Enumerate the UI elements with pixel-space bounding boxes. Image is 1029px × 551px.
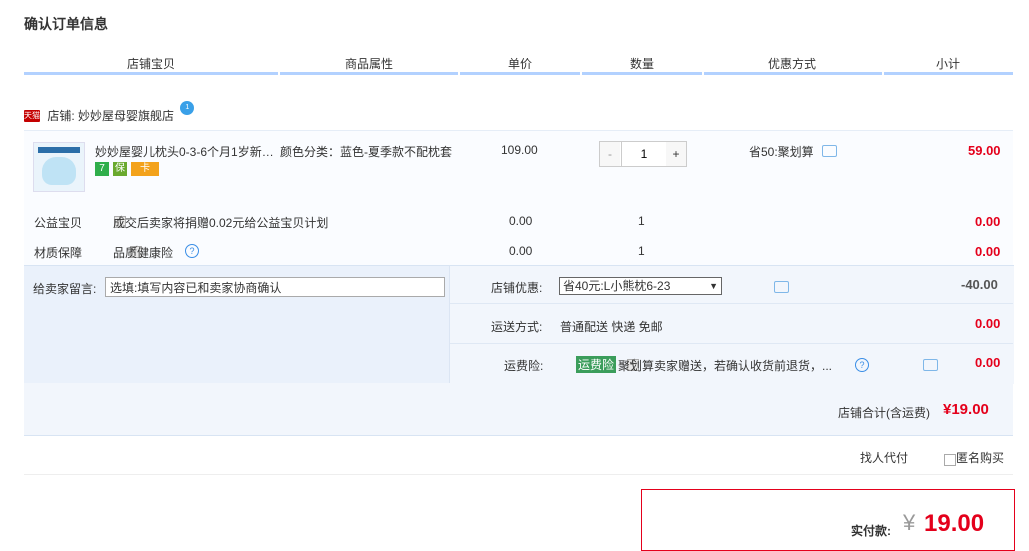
charity-text: 成交后卖家将捐赠0.02元给公益宝贝计划 [113, 216, 329, 230]
insurance-amount: 0.00 [975, 355, 1001, 370]
message-icon[interactable] [922, 359, 938, 371]
divider [450, 303, 1013, 304]
column-header-item: 店铺宝贝 [126, 57, 175, 71]
divider [450, 343, 1013, 344]
header-underline [460, 72, 580, 75]
header-underline [582, 72, 702, 75]
header-underline [24, 72, 278, 75]
shop-discount-label: 店铺优惠: [491, 281, 543, 295]
tmall-icon: 天猫 [24, 109, 40, 122]
shop-discount-select[interactable]: 省40元:L小熊枕6-23 ▼ [559, 277, 722, 295]
header-underline [280, 72, 458, 75]
page-title: 确认订单信息 [24, 16, 108, 32]
quality-subtotal: 0.00 [975, 244, 1001, 259]
insurance-tag: 运费险 [576, 356, 617, 373]
dropdown-arrow-icon: ▼ [709, 281, 718, 291]
shipping-label: 运送方式: [491, 320, 543, 334]
insurance-label: 运费险: [504, 359, 544, 373]
product-thumbnail[interactable] [33, 142, 85, 192]
shipping-amount: 0.00 [975, 316, 1001, 331]
quantity-stepper: - + [599, 141, 687, 167]
proxy-pay-checkbox[interactable] [944, 453, 957, 466]
column-header-discount: 优惠方式 [767, 57, 816, 71]
shop-name-link[interactable]: 店铺: 妙妙屋母婴旗舰店 [47, 109, 174, 123]
thumbnail-banner [38, 147, 80, 153]
charity-quantity: 1 [638, 214, 645, 228]
shop-row: 天猫 店铺: 妙妙屋母婴旗舰店 1 [24, 101, 195, 125]
quantity-input[interactable] [621, 142, 667, 166]
divider [24, 474, 1013, 475]
column-header-quantity: 数量 [629, 57, 654, 71]
column-header-attribute: 商品属性 [344, 57, 393, 71]
charity-subtotal: 0.00 [975, 214, 1001, 229]
item-subtotal: 59.00 [968, 143, 1001, 158]
shop-total-value: ¥19.00 [943, 401, 989, 418]
shop-discount-selected: 省40元:L小熊枕6-23 [563, 279, 671, 293]
header-underline [704, 72, 882, 75]
product-attribute: 颜色分类：蓝色-夏季款不配枕套 [280, 145, 452, 159]
help-icon[interactable]: ? [185, 244, 199, 258]
payment-label: 实付款: [851, 524, 891, 538]
unit-price: 109.00 [501, 143, 538, 157]
chat-icon[interactable]: 1 [180, 101, 195, 115]
message-input[interactable] [105, 277, 445, 297]
quality-text: 品质健康险 [113, 246, 174, 260]
message-label: 给卖家留言: [33, 282, 97, 296]
column-header-subtotal: 小计 [935, 57, 960, 71]
pillow-image [42, 157, 76, 185]
charity-price: 0.00 [509, 214, 533, 228]
help-icon[interactable]: ? [855, 358, 869, 372]
payment-amount: 19.00 [924, 510, 985, 537]
proxy-pay-label[interactable]: 找人代付 [860, 449, 908, 466]
anonymous-label[interactable]: 匿名购买 [956, 449, 1004, 466]
quality-quantity: 1 [638, 244, 645, 258]
quantity-minus-button[interactable]: - [600, 142, 620, 166]
quality-label: 材质保障 [34, 246, 83, 260]
column-header-price: 单价 [507, 57, 532, 71]
charity-label: 公益宝贝 [34, 216, 83, 230]
seven-day-return-icon[interactable]: 7 [95, 162, 109, 176]
discount-text: 省50:聚划算 [749, 145, 814, 159]
payment-currency: ¥ [903, 510, 916, 535]
header-underline [884, 72, 1013, 75]
message-icon[interactable] [774, 281, 790, 293]
quantity-plus-button[interactable]: + [666, 142, 686, 166]
shop-discount-amount: -40.00 [961, 277, 998, 292]
credit-card-icon[interactable]: 卡 [131, 162, 159, 176]
message-icon[interactable] [822, 145, 837, 157]
product-name-link[interactable]: 妙妙屋婴儿枕头0-3-6个月1岁新… [95, 143, 275, 160]
shop-total-label: 店铺合计(含运费) [838, 406, 930, 420]
guarantee-icon[interactable]: 保 [113, 162, 127, 176]
insurance-text: 聚划算卖家赠送，若确认收货前退货，... [618, 359, 833, 373]
quality-price: 0.00 [509, 244, 533, 258]
shipping-value: 普通配送 快递 免邮 [560, 320, 663, 334]
